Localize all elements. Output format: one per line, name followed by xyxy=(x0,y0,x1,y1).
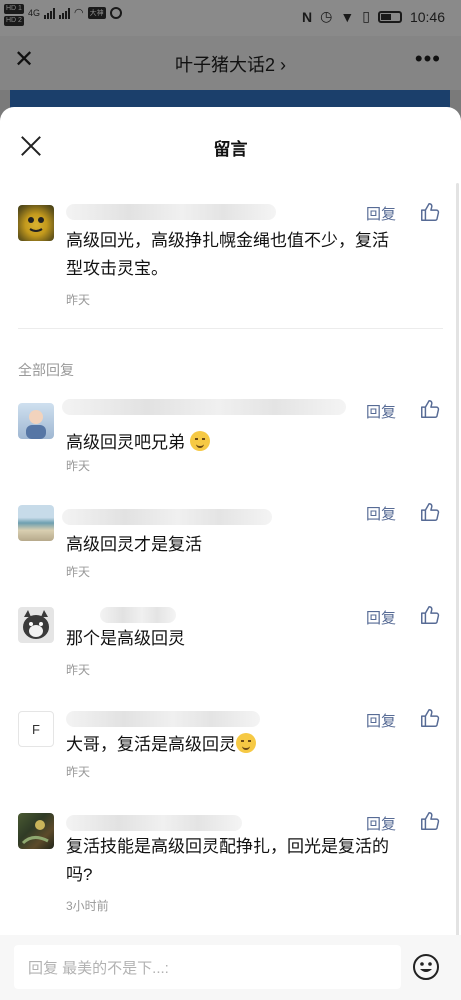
wifi-icon: ◠ xyxy=(74,7,84,19)
avatar-image xyxy=(28,217,44,232)
divider xyxy=(18,328,443,329)
avatar[interactable] xyxy=(18,607,54,643)
reply-button[interactable]: 回复 xyxy=(366,607,396,628)
status-right-icons: N ◷ ▼ ▯ 10:46 xyxy=(302,8,445,25)
reply-button[interactable]: 回复 xyxy=(366,503,396,524)
reply-button[interactable]: 回复 xyxy=(366,813,396,834)
reply-item: 回复 高级回灵才是复活 昨天 xyxy=(0,499,461,579)
comment-text: 高级回灵吧兄弟 xyxy=(66,429,210,457)
comment-text-line: 型攻击灵宝。 xyxy=(66,259,168,278)
username-blurred xyxy=(62,399,346,415)
hd-indicators: HD 1 HD 2 xyxy=(4,4,24,26)
app-badge: 大神 xyxy=(87,6,106,19)
comment-text: 高级回光，高级挣扎幌金绳也值不少，复活 型攻击灵宝。 xyxy=(66,227,389,283)
comment-time: 3小时前 xyxy=(66,899,109,913)
comment-time: 昨天 xyxy=(66,293,91,307)
signal-icon xyxy=(44,7,56,19)
emoji-icon[interactable] xyxy=(412,953,440,981)
comment-time: 昨天 xyxy=(66,565,91,579)
alarm-icon: ◷ xyxy=(320,8,333,24)
username-blurred xyxy=(66,204,276,220)
avatar[interactable] xyxy=(18,403,54,439)
signal2-icon xyxy=(59,7,71,19)
more-icon[interactable]: ••• xyxy=(415,46,441,72)
battery-icon xyxy=(377,10,402,23)
hd1-label: HD 1 xyxy=(4,4,24,14)
comment-text: 大哥，复活是高级回灵 xyxy=(66,731,256,759)
avatar-image xyxy=(23,610,49,639)
modal-title: 留言 xyxy=(213,140,248,159)
reply-input-bar: 回复 最美的不是下...: xyxy=(0,935,461,1000)
vibrate-icon: ▯ xyxy=(362,8,370,24)
avatar-letter: F xyxy=(32,721,40,737)
smirk-emoji-icon xyxy=(236,733,256,753)
section-label: 全部回复 xyxy=(18,362,74,378)
comment-text-line: 吗? xyxy=(66,865,93,884)
avatar[interactable] xyxy=(18,505,54,541)
like-icon[interactable] xyxy=(419,810,441,832)
avatar-image xyxy=(21,820,49,845)
comment-modal: 留言 回复 高级回光，高级挣扎幌金绳也值不少，复活 型攻击灵宝。 昨天 全部回复… xyxy=(0,107,461,1000)
reply-item: 回复 复活技能是高级回灵配挣扎，回光是复活的 吗? 3小时前 xyxy=(0,809,461,919)
username-blurred xyxy=(66,711,260,727)
reply-input[interactable]: 回复 最美的不是下...: xyxy=(14,945,401,989)
comment-text-line: 大哥，复活是高级回灵 xyxy=(66,735,236,754)
location-icon: ▼ xyxy=(340,8,355,25)
avatar[interactable] xyxy=(18,205,54,241)
nfc-icon: N xyxy=(302,8,313,25)
reply-item: F 回复 大哥，复活是高级回灵 昨天 xyxy=(0,705,461,785)
like-icon[interactable] xyxy=(419,201,441,223)
article-header: ✕ 叶子猪大话2 › ••• xyxy=(0,36,461,90)
comment-text-line: 高级回灵吧兄弟 xyxy=(66,433,185,452)
reply-button[interactable]: 回复 xyxy=(366,710,396,731)
clock: 10:46 xyxy=(409,8,445,25)
reply-item: 回复 高级回灵吧兄弟 昨天 xyxy=(0,395,461,475)
reply-button[interactable]: 回复 xyxy=(366,203,396,224)
like-icon[interactable] xyxy=(419,501,441,523)
top-comment: 回复 高级回光，高级挣扎幌金绳也值不少，复活 型攻击灵宝。 昨天 xyxy=(0,199,461,309)
avatar-image xyxy=(26,410,46,439)
like-icon[interactable] xyxy=(419,604,441,626)
network-label: 4G xyxy=(28,7,41,18)
comment-time: 昨天 xyxy=(66,459,91,473)
reply-button[interactable]: 回复 xyxy=(366,401,396,422)
comment-time: 昨天 xyxy=(66,765,91,779)
username-blurred xyxy=(66,815,242,831)
comment-text: 复活技能是高级回灵配挣扎，回光是复活的 吗? xyxy=(66,833,389,889)
status-bar: HD 1 HD 2 4G ◠ 大神 N ◷ ▼ ▯ 10:46 xyxy=(0,0,461,36)
comment-time: 昨天 xyxy=(66,663,91,677)
comment-text-line: 高级回光，高级挣扎幌金绳也值不少，复活 xyxy=(66,231,389,250)
avatar[interactable] xyxy=(18,813,54,849)
comment-text-line: 复活技能是高级回灵配挣扎，回光是复活的 xyxy=(66,837,389,856)
comment-text: 高级回灵才是复活 xyxy=(66,535,202,554)
comment-text: 那个是高级回灵 xyxy=(66,629,185,648)
app-notification-icon xyxy=(109,6,122,19)
modal-header: 留言 xyxy=(0,107,461,183)
hd2-label: HD 2 xyxy=(4,16,24,26)
avatar[interactable]: F xyxy=(18,711,54,747)
username-blurred xyxy=(62,509,272,525)
reply-item: 回复 那个是高级回灵 昨天 xyxy=(0,603,461,683)
like-icon[interactable] xyxy=(419,398,441,420)
article-title[interactable]: 叶子猪大话2 › xyxy=(0,51,461,77)
like-icon[interactable] xyxy=(419,707,441,729)
laugh-cry-emoji-icon xyxy=(189,431,210,451)
username-blurred xyxy=(100,607,176,623)
status-left-icons: 4G ◠ 大神 xyxy=(28,6,122,19)
